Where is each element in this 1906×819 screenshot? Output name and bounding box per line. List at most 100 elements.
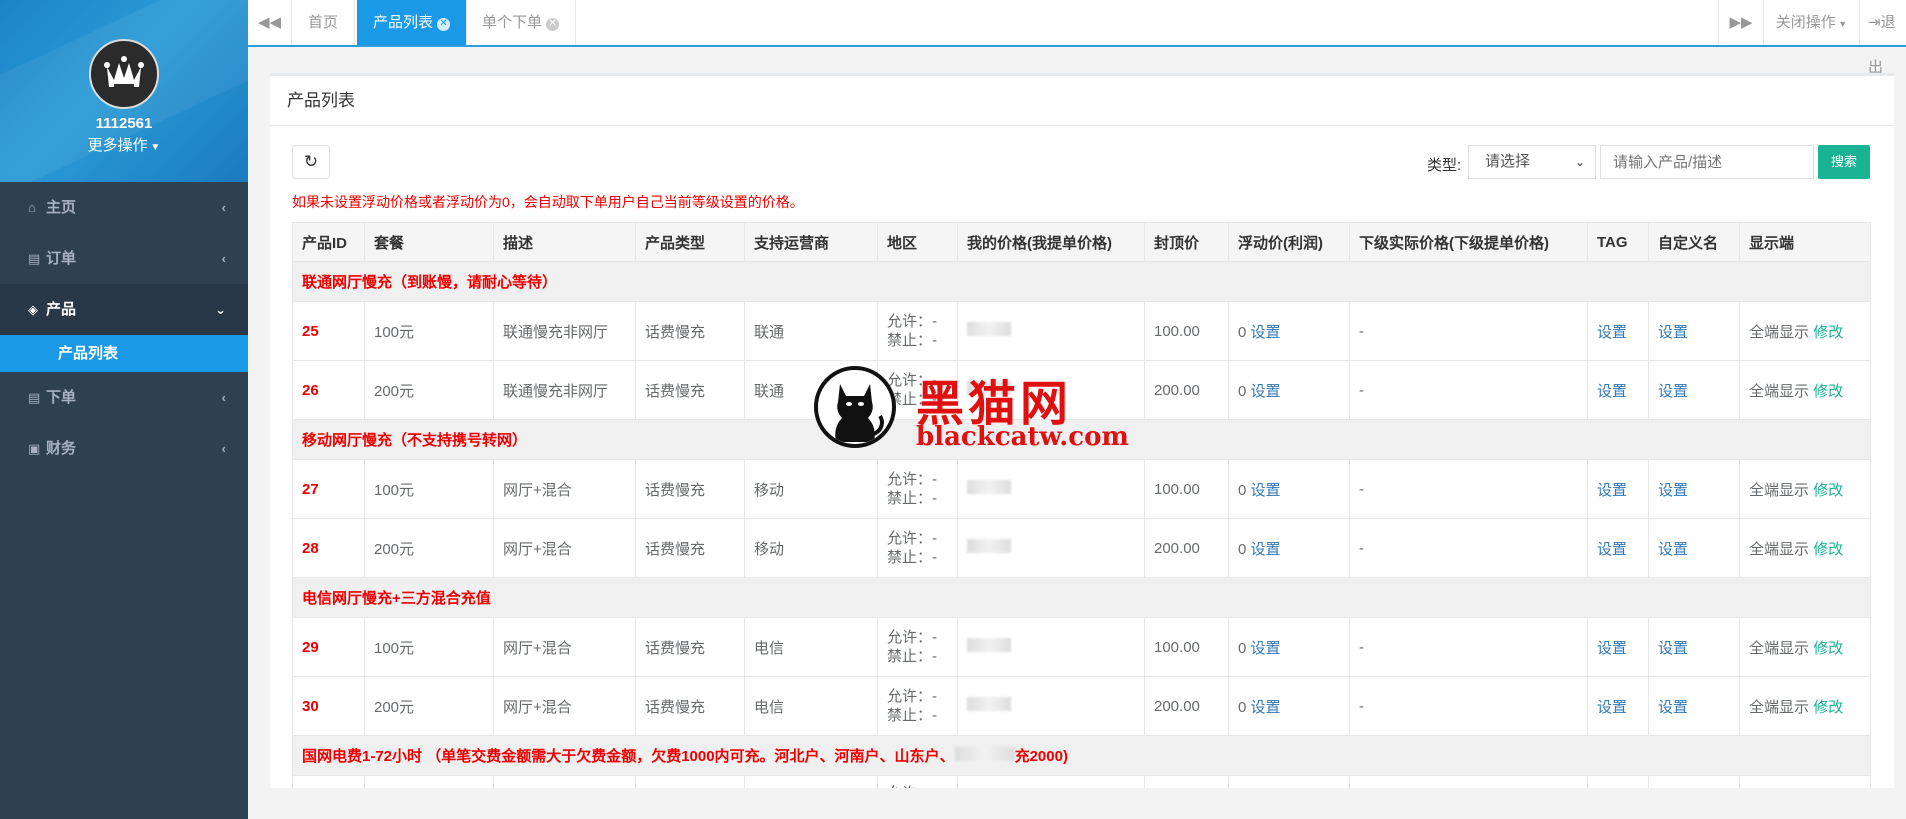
sidebar-item-orders[interactable]: ▤ 订单 ‹: [0, 233, 248, 284]
sidebar-item-products[interactable]: ◈ 产品 ⌄: [0, 284, 248, 335]
carrier-cell: 移动: [744, 459, 878, 519]
avatar[interactable]: [89, 39, 159, 109]
crown-logo-icon: [98, 48, 150, 100]
cat-silhouette-icon: [835, 384, 884, 442]
allow-text: 允许：-: [887, 688, 937, 705]
allow-text: 允许：-: [887, 629, 937, 646]
desc-cell: 联通慢充非网厅: [493, 360, 636, 420]
more-ops-dropdown[interactable]: 更多操作 ▼: [0, 134, 248, 155]
tag-set-link[interactable]: 设置: [1597, 699, 1627, 716]
float-price-cell: 0 设置: [1228, 676, 1350, 736]
group-title-tail: 充2000): [1014, 748, 1068, 765]
chevron-down-icon: ⌄: [215, 302, 226, 317]
float-set-link[interactable]: 设置: [1251, 383, 1281, 400]
close-tab-icon[interactable]: ✕: [546, 18, 560, 31]
tab-home[interactable]: 首页: [292, 0, 356, 45]
sub-price-cell: -: [1349, 459, 1588, 519]
product-id: 27: [292, 459, 365, 519]
display-text: 全端显示: [1749, 698, 1810, 716]
float-price-cell: 0 设置: [1228, 360, 1350, 420]
desc-cell: 网厅+混合: [493, 459, 636, 519]
custom-name-set-link[interactable]: 设置: [1658, 324, 1688, 341]
sidebar-subitem-product-list[interactable]: 产品列表: [0, 335, 248, 372]
carrier-cell: 联通: [744, 301, 878, 361]
deny-text: 禁止：-: [887, 332, 937, 349]
desc-cell: 网厅+混合: [493, 617, 636, 677]
sidebar: 1112561 更多操作 ▼ ⌂ 主页 ‹ ▤ 订单 ‹ ◈ 产品 ⌄ 产品列表 ▤ 下…: [0, 0, 248, 819]
float-price-cell: 0 设置: [1228, 617, 1350, 677]
logout-button[interactable]: ⇥退出: [1859, 0, 1906, 76]
home-icon: ⌂: [28, 200, 36, 215]
deny-text: 禁止：-: [887, 707, 937, 724]
type-cell: 话费慢充: [635, 617, 745, 677]
desc-cell: 联通慢充非网厅: [493, 301, 636, 361]
float-set-link[interactable]: 设置: [1251, 640, 1281, 657]
type-cell: 话费慢充: [635, 676, 745, 736]
custom-name-set-link[interactable]: 设置: [1658, 541, 1688, 558]
display-cell: 全端显示 修改: [1739, 360, 1871, 420]
tag-set-link[interactable]: 设置: [1597, 324, 1627, 341]
blurred-price: [967, 322, 1011, 336]
product-id: 29: [292, 617, 365, 677]
file-icon: ▤: [28, 251, 41, 266]
package-cell: 200元: [364, 360, 494, 420]
deny-text: 禁止：-: [887, 648, 937, 665]
modify-link[interactable]: 修改: [1813, 383, 1843, 400]
custom-name-set-link[interactable]: 设置: [1658, 640, 1688, 657]
sidebar-item-label: 订单: [46, 250, 77, 267]
tag-set-link[interactable]: 设置: [1597, 383, 1627, 400]
custom-name-set-link[interactable]: 设置: [1658, 383, 1688, 400]
area-cell: 允许：- 禁止：-: [877, 518, 958, 578]
display-text: 全端显示: [1749, 382, 1810, 400]
cube-icon: ◈: [28, 302, 38, 317]
custom-name-set-link[interactable]: 设置: [1658, 699, 1688, 716]
table-row: 29 100元 网厅+混合 话费慢充 电信 允许：- 禁止：- 100.00 0 …: [292, 617, 1871, 677]
sidebar-item-finance[interactable]: ▣ 财务 ‹: [0, 423, 248, 474]
float-set-link[interactable]: 设置: [1251, 541, 1281, 558]
close-tab-icon[interactable]: ✕: [437, 18, 451, 31]
float-price-cell: 0 设置: [1228, 518, 1350, 578]
modify-link[interactable]: 修改: [1813, 541, 1843, 558]
profile-header: 1112561 更多操作 ▼: [0, 0, 248, 182]
sub-price-cell: -: [1349, 301, 1588, 361]
type-select[interactable]: 请选择 ⌄: [1468, 145, 1596, 179]
close-ops-dropdown[interactable]: 关闭操作 ▼: [1763, 0, 1859, 45]
modify-link[interactable]: 修改: [1813, 640, 1843, 657]
col-header: 封顶价: [1144, 222, 1229, 262]
col-header: 浮动价(利润): [1228, 222, 1350, 262]
sidebar-item-label: 产品: [46, 301, 77, 318]
type-select-value: 请选择: [1485, 153, 1531, 170]
float-set-link[interactable]: 设置: [1251, 482, 1281, 499]
display-cell: 全端显示 修改: [1739, 617, 1871, 677]
float-set-link[interactable]: 设置: [1251, 699, 1281, 716]
search-input[interactable]: [1600, 145, 1814, 179]
table-header-row: 产品ID 套餐 描述 产品类型 支持运营商 地区 我的价格(我提单价格) 封顶价…: [292, 222, 1871, 262]
search-button[interactable]: 搜索: [1818, 145, 1870, 179]
modify-link[interactable]: 修改: [1813, 699, 1843, 716]
tag-set-link[interactable]: 设置: [1597, 541, 1627, 558]
sidebar-item-place-order[interactable]: ▤ 下单 ‹: [0, 372, 248, 423]
refresh-button[interactable]: ↻: [292, 145, 330, 179]
tab-single-order[interactable]: 单个下单 ✕: [466, 0, 577, 45]
area-cell: 允许：- 禁止：-: [877, 617, 958, 677]
tag-set-link[interactable]: 设置: [1597, 482, 1627, 499]
group-title: 国网电费1-72小时 （单笔交费金额需大于欠费金额，欠费1000内可充。河北户、…: [292, 735, 1871, 776]
display-text: 全端显示: [1749, 639, 1810, 657]
scroll-tabs-left-button[interactable]: ◀◀: [248, 0, 292, 45]
deny-text: 禁止：-: [887, 549, 937, 566]
tag-set-link[interactable]: 设置: [1597, 640, 1627, 657]
modify-link[interactable]: 修改: [1813, 482, 1843, 499]
float-set-link[interactable]: 设置: [1251, 324, 1281, 341]
scroll-tabs-right-button[interactable]: ▶▶: [1718, 0, 1763, 45]
tab-product-list[interactable]: 产品列表 ✕: [357, 0, 468, 45]
modify-link[interactable]: 修改: [1813, 324, 1843, 341]
custom-name-cell: 设置: [1648, 459, 1740, 519]
double-right-icon: ▶▶: [1729, 14, 1753, 31]
float-value: 0: [1238, 382, 1247, 400]
custom-name-set-link[interactable]: 设置: [1658, 482, 1688, 499]
money-icon: ▣: [28, 441, 41, 456]
chevron-left-icon: ‹: [221, 441, 226, 456]
custom-name-cell: 设置: [1648, 360, 1740, 420]
table-row: 27 100元 网厅+混合 话费慢充 移动 允许：- 禁止：- 100.00 0 …: [292, 459, 1871, 519]
sidebar-item-home[interactable]: ⌂ 主页 ‹: [0, 182, 248, 233]
